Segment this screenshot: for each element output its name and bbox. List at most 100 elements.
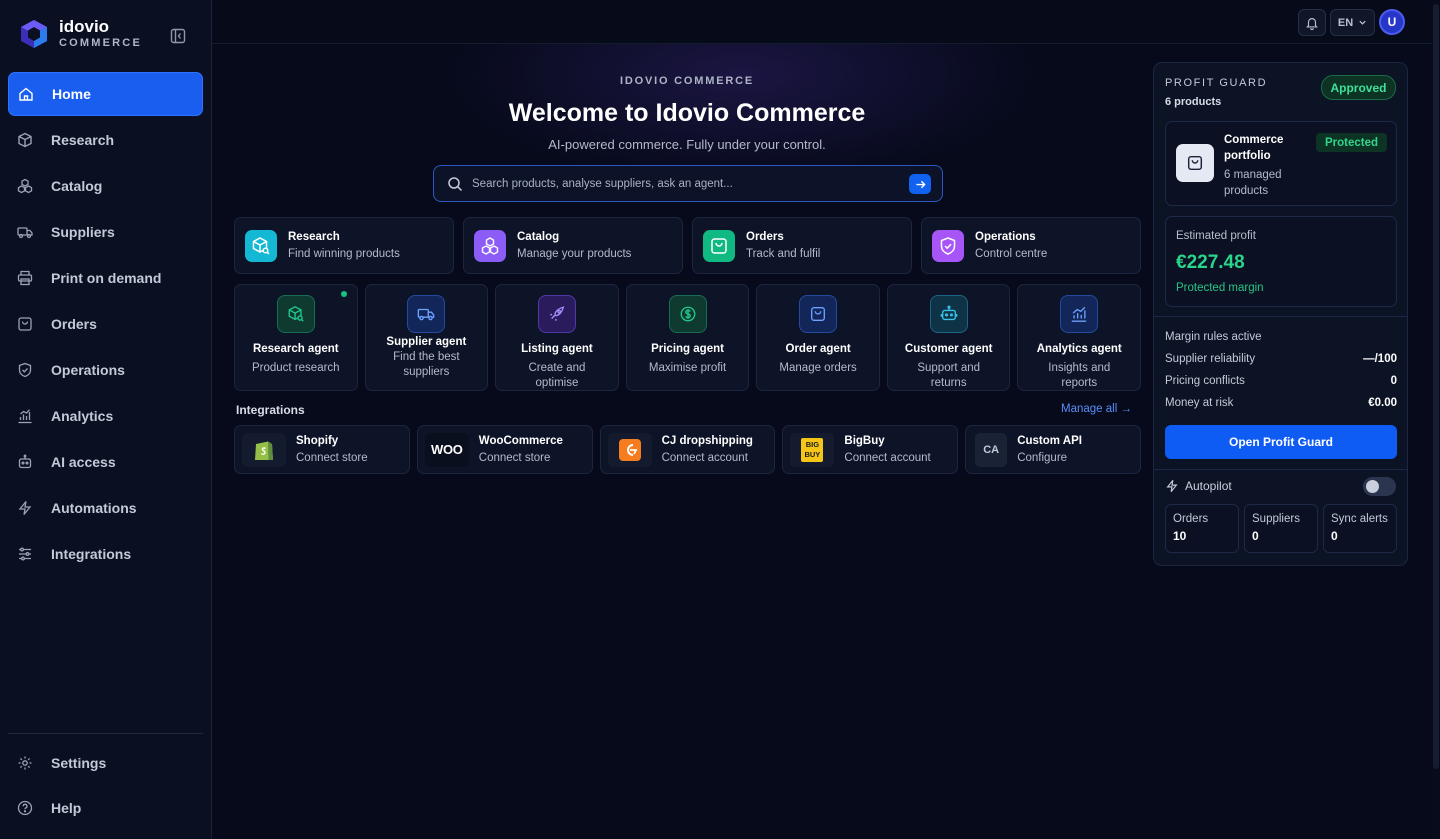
sidebar-item-help[interactable]: Help (8, 786, 203, 830)
sidebar-item-print-on-demand[interactable]: Print on demand (8, 256, 203, 300)
user-avatar[interactable]: U (1379, 9, 1405, 35)
scrollbar-thumb[interactable] (1433, 4, 1439, 769)
brand[interactable]: idovio COMMERCE (20, 18, 142, 50)
autopilot-label: Autopilot (1185, 479, 1232, 493)
page-scrollbar[interactable] (1432, 0, 1440, 839)
sliders-icon (19, 547, 31, 561)
agent-card-pricing[interactable]: Pricing agent Maximise profit (625, 284, 750, 391)
sidebar-bottom-nav: Settings Help (8, 741, 203, 831)
quick-card-subtitle: Find winning products (288, 248, 400, 260)
portfolio-card[interactable]: Commerce portfolio 6 managed products Pr… (1165, 121, 1397, 206)
notifications-button[interactable] (1298, 9, 1326, 36)
autopilot-toggle[interactable] (1363, 477, 1396, 496)
agent-description: Product research (252, 362, 340, 374)
rule-row: Money at risk €0.00 (1165, 397, 1397, 409)
sidebar-item-label: Automations (51, 500, 137, 516)
agent-description: Find the best suppliers (393, 351, 460, 378)
cj-dropshipping-logo (607, 432, 652, 467)
open-profit-guard-button[interactable]: Open Profit Guard (1165, 425, 1397, 459)
cube-search-icon (252, 236, 270, 255)
sidebar-item-settings[interactable]: Settings (8, 741, 203, 785)
agent-card-research[interactable]: Research agent Product research (234, 284, 358, 391)
agent-card-order[interactable]: Order agent Manage orders (756, 284, 880, 391)
agent-description: Support and returns (917, 362, 981, 389)
portfolio-icon-tile (1176, 144, 1214, 182)
rule-label: Margin rules active (1165, 331, 1262, 343)
integration-shopify[interactable]: Shopify Connect store (234, 425, 410, 474)
quick-card-catalog[interactable]: Catalog Manage your products (463, 217, 683, 274)
bag-icon (18, 317, 32, 331)
sidebar-item-automations[interactable]: Automations (8, 486, 203, 530)
quick-card-research[interactable]: Research Find winning products (234, 217, 454, 274)
help-icon (17, 800, 33, 816)
brand-subtitle: COMMERCE (59, 37, 142, 49)
sidebar-item-operations[interactable]: Operations (8, 348, 203, 392)
agent-card-listing[interactable]: Listing agent Create and optimise (495, 284, 619, 391)
rocket-icon (550, 306, 565, 321)
stat-sync-alerts: Sync alerts 0 (1323, 504, 1397, 553)
shopify-icon (255, 441, 273, 460)
quick-actions: Research Find winning products Catalog M… (234, 217, 1141, 274)
rule-row: Supplier reliability —/100 (1165, 353, 1397, 365)
topbar: EN U (212, 0, 1440, 44)
orders-card-icon-tile (703, 229, 735, 262)
integration-cj-dropshipping[interactable]: CJ dropshipping Connect account (599, 425, 776, 474)
boxes-icon (17, 178, 33, 194)
search-input[interactable] (472, 177, 892, 190)
search-submit-button[interactable] (909, 174, 931, 194)
sidebar-item-analytics[interactable]: Analytics (8, 394, 203, 438)
integration-action: Connect store (296, 452, 368, 464)
quick-card-title: Research (288, 231, 340, 243)
integration-woocommerce[interactable]: WOO WooCommerce Connect store (416, 425, 593, 474)
stat-value: 10 (1173, 529, 1187, 543)
sidebar-item-orders[interactable]: Orders (8, 302, 203, 346)
integrations-list: Shopify Connect store WOO WooCommerce Co… (234, 425, 1141, 474)
portfolio-subtitle: 6 managed products (1224, 169, 1282, 197)
agent-name: Pricing agent (651, 343, 724, 355)
stat-label: Suppliers (1252, 513, 1300, 525)
language-selector[interactable]: EN (1330, 9, 1375, 36)
rule-value: 0 (1390, 375, 1397, 387)
rule-value: €0.00 (1368, 397, 1397, 409)
integrations-heading: Integrations (236, 403, 305, 417)
quick-card-orders[interactable]: Orders Track and fulfil (692, 217, 912, 274)
sidebar-nav: Home Research Catalog Suppliers Print on… (8, 72, 203, 578)
page-subtitle: AI-powered commerce. Fully under your co… (548, 137, 826, 152)
research-card-icon-tile (245, 229, 277, 262)
stat-value: 0 (1331, 529, 1338, 543)
sidebar-item-integrations[interactable]: Integrations (8, 532, 203, 576)
integration-custom-api[interactable]: CA Custom API Configure (965, 425, 1141, 474)
sidebar-item-label: Suppliers (51, 224, 115, 240)
stat-label: Sync alerts (1331, 513, 1388, 525)
gear-icon (18, 756, 32, 770)
manage-integrations-link[interactable]: Manage all → (1061, 403, 1132, 415)
custom-api-logo: CA (975, 432, 1008, 467)
agent-icon-tile (668, 295, 707, 333)
dollar-coin-icon (680, 306, 695, 322)
agent-card-analytics[interactable]: Analytics agent Insights and reports (1017, 284, 1142, 391)
agent-icon-tile (537, 295, 576, 333)
sidebar-item-label: Home (52, 86, 91, 102)
sidebar-item-catalog[interactable]: Catalog (8, 164, 203, 208)
agent-icon-tile (407, 295, 446, 333)
rule-label: Supplier reliability (1165, 353, 1256, 365)
chart-icon (1072, 306, 1087, 322)
sidebar-item-ai-access[interactable]: AI access (8, 440, 203, 484)
truck-icon (418, 308, 435, 321)
chart-icon (18, 409, 32, 424)
portfolio-name: Commerce portfolio (1224, 134, 1284, 162)
agent-card-supplier[interactable]: Supplier agent Find the best suppliers (364, 284, 489, 391)
shield-check-icon (940, 236, 956, 255)
sidebar-item-research[interactable]: Research (8, 118, 203, 162)
integration-bigbuy[interactable]: BIG BUY BigBuy Connect account (782, 425, 959, 474)
agent-description: Maximise profit (648, 362, 727, 374)
collapse-sidebar-icon[interactable] (170, 28, 186, 44)
bag-icon (711, 237, 727, 254)
quick-card-operations[interactable]: Operations Control centre (921, 217, 1141, 274)
agent-name: Order agent (785, 343, 851, 355)
profit-guard-panel: PROFIT GUARD 6 products Approved Commerc… (1153, 62, 1408, 566)
sidebar-item-suppliers[interactable]: Suppliers (8, 210, 203, 254)
sidebar-item-label: Help (51, 800, 82, 816)
agent-card-customer[interactable]: Customer agent Support and returns (886, 284, 1011, 391)
sidebar-item-home[interactable]: Home (8, 72, 203, 116)
